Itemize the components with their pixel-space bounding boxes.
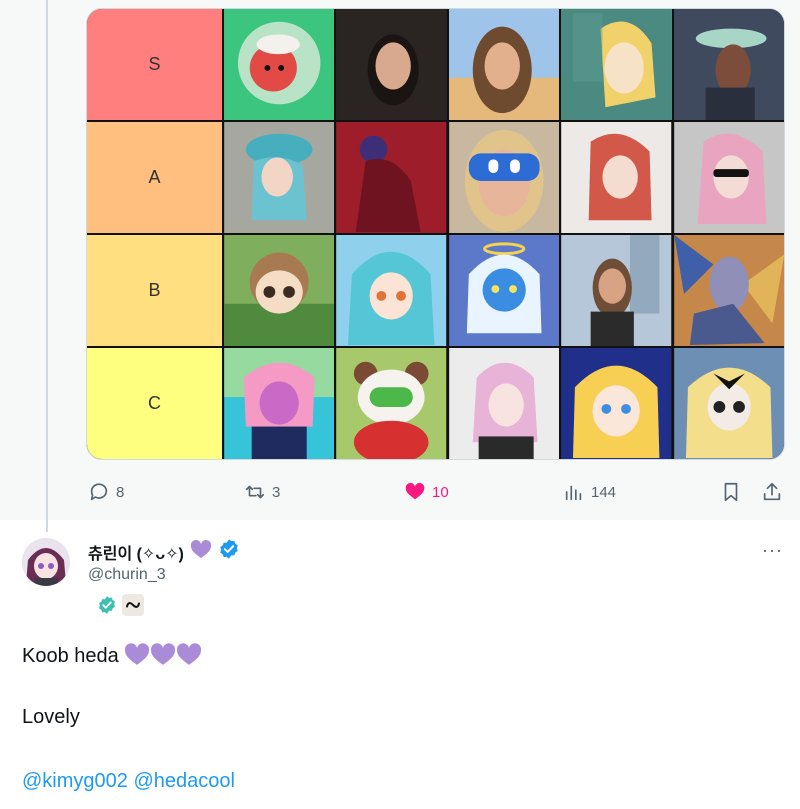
retweet-button[interactable]: 3	[244, 478, 280, 506]
purple-heart-icon	[190, 539, 212, 564]
purple-heart-icon	[150, 642, 176, 672]
teal-verified-badge-icon	[96, 594, 118, 616]
tier-label-b: B	[87, 235, 224, 348]
reply-button[interactable]: 8	[88, 478, 124, 506]
tier-portrait	[561, 9, 674, 122]
verified-badge-icon[interactable]	[218, 538, 240, 565]
like-button[interactable]: 10	[404, 478, 449, 506]
tweet-action-bar: 8 3 10 144	[86, 478, 786, 506]
more-options-button[interactable]: ···	[762, 540, 783, 561]
bar-chart-icon	[565, 485, 582, 501]
share-icon	[763, 482, 781, 501]
retweet-icon	[245, 485, 265, 499]
tweet-text-line-2: Lovely	[22, 706, 80, 728]
profile-badges	[96, 594, 144, 616]
tier-portrait	[448, 122, 562, 235]
tier-portrait	[336, 9, 449, 122]
tier-portrait	[673, 122, 784, 235]
author-row: 츄린이 (✧ᴗ✧)	[88, 538, 240, 565]
purple-heart-icon	[124, 642, 150, 672]
tier-portrait	[336, 122, 449, 235]
mention-link[interactable]: @kimyg002	[22, 770, 128, 792]
avatar[interactable]	[22, 538, 70, 586]
tier-label-c: C	[87, 348, 224, 459]
bookmark-button[interactable]	[720, 478, 742, 506]
reply-icon	[90, 483, 108, 501]
tier-row-c: C	[87, 348, 784, 459]
tier-portrait	[224, 235, 337, 348]
tweet-mentions: @kimyg002 @hedacool	[22, 770, 235, 793]
tier-portrait	[336, 235, 449, 348]
tier-portrait	[673, 9, 784, 122]
tier-portrait	[448, 235, 562, 348]
tier-portrait	[224, 348, 337, 459]
mention-link[interactable]: @hedacool	[133, 770, 234, 792]
tweet-text-line-1: Koob heda	[22, 642, 202, 672]
tier-portrait	[448, 9, 562, 122]
swirl-badge-icon	[122, 594, 144, 616]
tier-row-b: B	[87, 235, 784, 348]
tier-portrait	[561, 348, 674, 459]
heart-filled-icon	[405, 482, 425, 500]
tier-portrait	[224, 9, 337, 122]
share-button[interactable]	[761, 478, 783, 506]
tier-row-a: A	[87, 122, 784, 235]
purple-heart-icon	[176, 642, 202, 672]
tier-label-s: S	[87, 9, 224, 122]
views-count: 144	[591, 483, 617, 501]
tier-portrait	[224, 122, 337, 235]
tier-portrait	[561, 235, 674, 348]
bookmark-icon	[724, 482, 738, 502]
tweet-text: Koob heda	[22, 645, 119, 667]
tier-portrait	[673, 235, 784, 348]
tier-row-s: S	[87, 9, 784, 122]
tier-portrait	[561, 122, 674, 235]
views-button[interactable]: 144	[563, 478, 616, 506]
tier-label-a: A	[87, 122, 224, 235]
like-count: 10	[432, 483, 449, 501]
tier-portrait	[336, 348, 449, 459]
retweet-count: 3	[272, 483, 281, 501]
author-name[interactable]: 츄린이 (✧ᴗ✧)	[88, 540, 184, 564]
tier-portrait	[448, 348, 562, 459]
author-handle[interactable]: @churin_3	[88, 566, 166, 584]
reply-count: 8	[116, 483, 125, 501]
tier-list-image[interactable]: S A B C	[86, 8, 785, 460]
thread-line	[46, 0, 48, 532]
previous-tweet: S A B C 8 3 10 144	[0, 0, 800, 532]
tier-portrait	[673, 348, 784, 459]
